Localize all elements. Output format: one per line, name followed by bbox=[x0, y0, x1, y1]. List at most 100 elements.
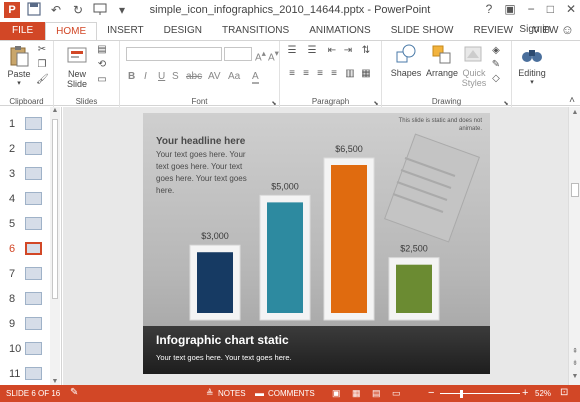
font-size-select[interactable] bbox=[224, 47, 252, 61]
tab-review[interactable]: REVIEW bbox=[463, 22, 522, 40]
slide-thumbnail-1[interactable]: 1 bbox=[6, 116, 56, 134]
help-button[interactable]: ? bbox=[486, 2, 493, 16]
normal-view-icon[interactable]: ▣ bbox=[332, 388, 341, 399]
slide-thumbnail-5[interactable]: 5 bbox=[6, 216, 56, 234]
slide-thumbnail-7[interactable]: 7 bbox=[6, 266, 56, 284]
font-dialog-launcher-icon[interactable]: ⬊ bbox=[270, 98, 278, 107]
tab-slide-show[interactable]: SLIDE SHOW bbox=[381, 22, 464, 40]
ribbon-display-options-icon[interactable]: ▣ bbox=[504, 2, 515, 16]
slide-headline[interactable]: Your headline here bbox=[156, 136, 245, 147]
maximize-button[interactable]: □ bbox=[547, 2, 554, 16]
reading-view-icon[interactable]: ▤ bbox=[372, 388, 381, 399]
slideshow-view-icon[interactable]: ▭ bbox=[392, 388, 401, 399]
shape-effects-icon[interactable]: ◇ bbox=[490, 73, 502, 85]
char-spacing-button[interactable]: AV bbox=[208, 71, 221, 82]
paste-button[interactable]: Paste ▾ bbox=[4, 45, 34, 87]
slide-thumbnail-8[interactable]: 8 bbox=[6, 291, 56, 309]
decrease-font-icon[interactable]: A▾ bbox=[268, 48, 279, 63]
bullets-icon[interactable]: ☰ bbox=[286, 45, 298, 57]
zoom-in-button[interactable]: + bbox=[522, 387, 528, 399]
scroll-down-icon[interactable]: ▼ bbox=[569, 373, 580, 380]
thumbnails-scroll-thumb[interactable] bbox=[52, 119, 58, 299]
sign-in-link[interactable]: Sign in bbox=[519, 24, 550, 35]
numbering-icon[interactable]: ☰ bbox=[306, 45, 318, 57]
slide-thumbnail-2[interactable]: 2 bbox=[6, 141, 56, 159]
scroll-down-icon[interactable]: ▼ bbox=[50, 378, 60, 385]
slide-thumbnail-10[interactable]: 10 bbox=[6, 341, 56, 359]
increase-font-icon[interactable]: A▴ bbox=[255, 48, 266, 63]
thumbnails-scrollbar[interactable]: ▲ ▼ bbox=[50, 107, 60, 385]
shadow-button[interactable]: S bbox=[172, 71, 179, 82]
new-slide-button[interactable]: New Slide bbox=[62, 45, 92, 89]
slide-thumbnail-3[interactable]: 3 bbox=[6, 166, 56, 184]
text-direction-icon[interactable]: ⇅ bbox=[360, 45, 372, 57]
drawing-dialog-launcher-icon[interactable]: ⬊ bbox=[502, 98, 510, 107]
change-case-button[interactable]: Aa bbox=[228, 71, 240, 82]
collapse-ribbon-icon[interactable]: ˄ bbox=[566, 95, 578, 107]
tab-design[interactable]: DESIGN bbox=[154, 22, 212, 40]
scroll-up-icon[interactable]: ▲ bbox=[569, 109, 580, 116]
arrange-button[interactable]: Arrange bbox=[426, 44, 458, 78]
slide-thumbnail-4[interactable]: 4 bbox=[6, 191, 56, 209]
shapes-button[interactable]: Shapes bbox=[390, 44, 422, 78]
align-right-icon[interactable]: ≡ bbox=[314, 68, 326, 80]
tab-insert[interactable]: INSERT bbox=[97, 22, 154, 40]
underline-button[interactable]: U bbox=[158, 71, 165, 82]
paragraph-dialog-launcher-icon[interactable]: ⬊ bbox=[372, 98, 380, 107]
smartart-icon[interactable]: ▦ bbox=[360, 68, 372, 80]
footer-subtitle[interactable]: Your text goes here. Your text goes here… bbox=[156, 353, 292, 362]
tab-home[interactable]: HOME bbox=[45, 22, 98, 40]
feedback-smiley-icon[interactable]: ☺ bbox=[561, 22, 574, 37]
slide-thumbnail-9[interactable]: 9 bbox=[6, 316, 56, 334]
italic-button[interactable]: I bbox=[144, 71, 147, 82]
slide-canvas[interactable]: $3,000 $5,000 $6,500 $2,500 This slide is s… bbox=[143, 113, 490, 374]
increase-indent-icon[interactable]: ⇥ bbox=[342, 45, 354, 57]
editor-scrollbar[interactable]: ▲ ⇞ ⇟ ▼ bbox=[568, 107, 580, 385]
slide-thumbnail-11[interactable]: 11 bbox=[6, 366, 56, 384]
notes-icon[interactable]: ≜ bbox=[206, 388, 214, 399]
section-icon[interactable]: ▭ bbox=[96, 74, 108, 86]
slide-sorter-icon[interactable]: ▦ bbox=[352, 388, 361, 399]
format-painter-icon[interactable]: 🖌 bbox=[36, 74, 49, 86]
next-slide-icon[interactable]: ⇟ bbox=[569, 359, 580, 367]
copy-icon[interactable]: ❐ bbox=[36, 59, 48, 71]
fit-to-window-icon[interactable]: ⊡ bbox=[560, 387, 568, 398]
cut-icon[interactable]: ✂ bbox=[36, 44, 48, 56]
slide-thumbnail-6[interactable]: 6 bbox=[6, 241, 56, 259]
zoom-slider[interactable] bbox=[440, 393, 520, 394]
quick-styles-button[interactable]: Quick Styles bbox=[460, 44, 488, 88]
editor-scroll-thumb[interactable] bbox=[571, 183, 579, 197]
tab-transitions[interactable]: TRANSITIONS bbox=[212, 22, 299, 40]
tab-file[interactable]: FILE bbox=[0, 22, 46, 40]
columns-icon[interactable]: ▥ bbox=[344, 68, 356, 80]
layout-icon[interactable]: ▤ bbox=[96, 44, 108, 56]
tab-animations[interactable]: ANIMATIONS bbox=[299, 22, 380, 40]
align-center-icon[interactable]: ≡ bbox=[300, 68, 312, 80]
strikethrough-button[interactable]: abc bbox=[186, 71, 202, 82]
comments-button[interactable]: COMMENTS bbox=[268, 389, 315, 398]
spell-check-icon[interactable]: ✎ bbox=[70, 387, 78, 398]
close-button[interactable]: ✕ bbox=[566, 2, 576, 16]
font-color-button[interactable]: A bbox=[252, 71, 259, 84]
reset-icon[interactable]: ⟲ bbox=[96, 59, 108, 71]
prev-slide-icon[interactable]: ⇞ bbox=[569, 347, 580, 355]
zoom-slider-knob[interactable] bbox=[460, 390, 463, 398]
minimize-button[interactable]: − bbox=[528, 2, 535, 16]
justify-icon[interactable]: ≡ bbox=[328, 68, 340, 80]
font-name-select[interactable] bbox=[126, 47, 222, 61]
zoom-out-button[interactable]: − bbox=[428, 387, 434, 399]
notes-button[interactable]: NOTES bbox=[218, 389, 246, 398]
align-left-icon[interactable]: ≡ bbox=[286, 68, 298, 80]
zoom-level[interactable]: 52% bbox=[535, 389, 551, 398]
comments-icon[interactable]: ▬ bbox=[255, 388, 264, 398]
scroll-up-icon[interactable]: ▲ bbox=[50, 107, 60, 114]
footer-title[interactable]: Infographic chart static bbox=[156, 333, 289, 347]
slide-body-text[interactable]: Your text goes here. Your text goes here… bbox=[156, 149, 251, 197]
shape-fill-icon[interactable]: ◈ bbox=[490, 45, 502, 57]
bold-button[interactable]: B bbox=[128, 71, 135, 82]
editing-dropdown-icon[interactable]: ▾ bbox=[514, 78, 550, 86]
shape-outline-icon[interactable]: ✎ bbox=[490, 59, 502, 71]
decrease-indent-icon[interactable]: ⇤ bbox=[326, 45, 338, 57]
editing-button[interactable]: Editing ▾ bbox=[514, 44, 550, 86]
paste-dropdown-icon[interactable]: ▾ bbox=[4, 79, 34, 87]
